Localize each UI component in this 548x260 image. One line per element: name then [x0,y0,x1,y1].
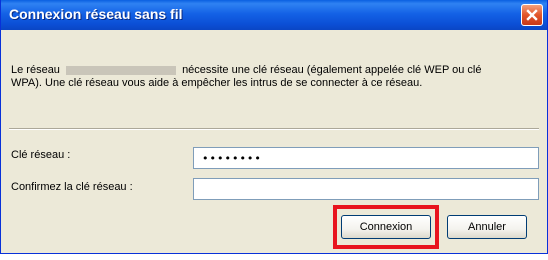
cancel-button-label: Annuler [468,221,506,233]
confirm-key-input[interactable] [193,178,539,200]
close-button[interactable] [521,4,543,26]
redacted-network-name [66,65,176,75]
network-key-label: Clé réseau : [11,149,71,161]
wireless-connection-dialog: Connexion réseau sans fil Le réseau néce… [0,0,548,254]
confirm-key-label: Confirmez la clé réseau : [11,181,133,193]
cancel-button[interactable]: Annuler [447,215,527,239]
close-icon [526,9,538,21]
title-bar[interactable]: Connexion réseau sans fil [1,0,547,30]
dialog-title: Connexion réseau sans fil [9,6,183,22]
network-key-input[interactable] [193,147,539,169]
connect-button-label: Connexion [359,221,413,233]
description-text-start: Le réseau [11,64,60,76]
dialog-description: Le réseau nécessite une clé réseau (égal… [11,64,511,90]
separator [9,128,539,130]
connect-button[interactable]: Connexion [341,215,431,239]
